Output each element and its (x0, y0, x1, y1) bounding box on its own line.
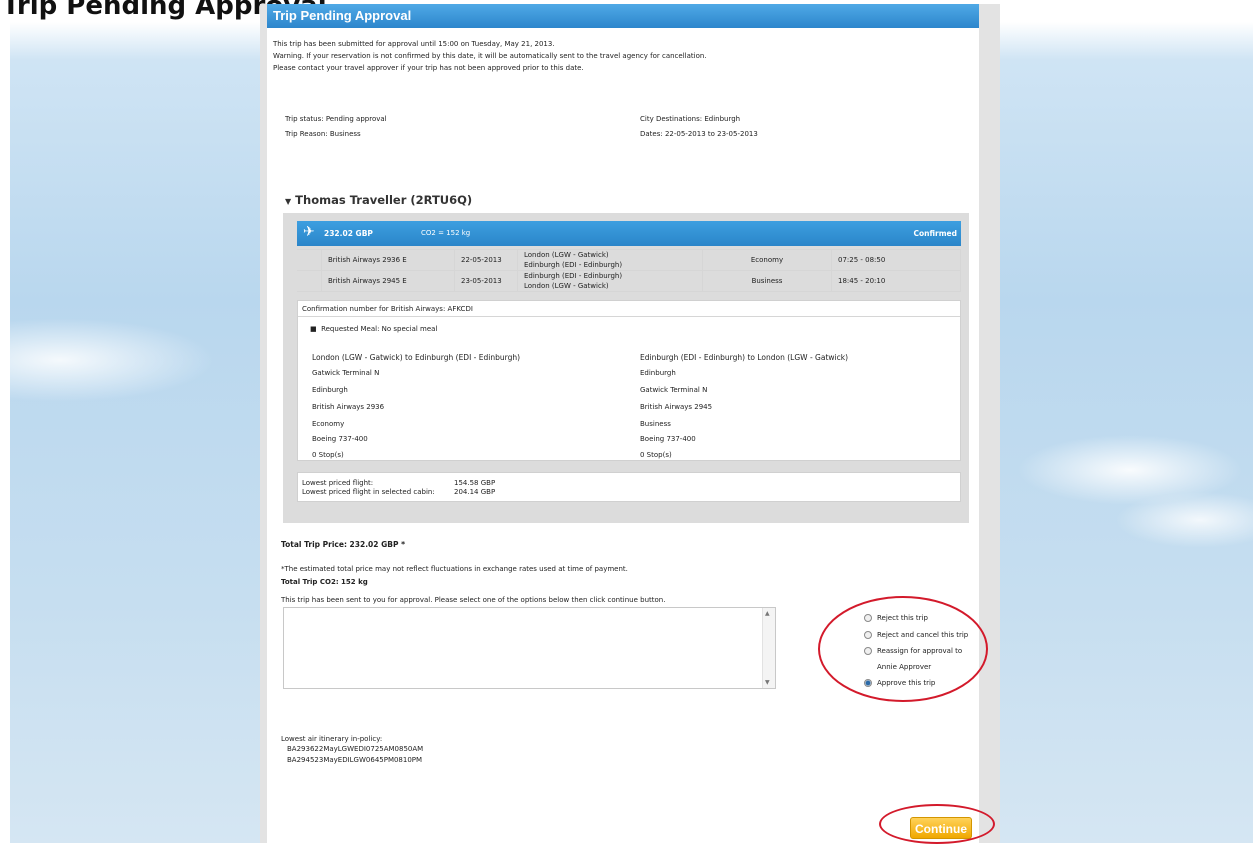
flight-date: 22-05-2013 (454, 249, 518, 271)
city-destinations: City Destinations: Edinburgh (640, 115, 741, 123)
route-to: London (LGW - Gatwick) (524, 282, 609, 290)
collapse-triangle-icon: ▼ (285, 197, 292, 206)
flight-date: 23-05-2013 (454, 270, 518, 292)
flight-cabin: Economy (702, 249, 832, 271)
requested-meal-item: ■ Requested Meal: No special meal (310, 325, 438, 333)
requested-meal: Requested Meal: No special meal (321, 325, 438, 333)
flight-time: 07:25 - 08:50 (831, 249, 961, 271)
lowest-value-2: 204.14 GBP (454, 488, 496, 496)
price-disclaimer: *The estimated total price may not refle… (281, 565, 628, 573)
divider (298, 316, 960, 317)
lowest-itinerary-line: BA294523MayEDILGW0645PM0810PM (287, 756, 423, 764)
trip-dates: Dates: 22-05-2013 to 23-05-2013 (640, 130, 758, 138)
segment-status: Confirmed (913, 229, 957, 238)
approval-instruction: This trip has been sent to you for appro… (281, 596, 666, 604)
route-from: London (LGW - Gatwick) (524, 251, 609, 259)
return-heading: Edinburgh (EDI - Edinburgh) to London (L… (640, 353, 849, 362)
traveller-toggle[interactable]: ▼ Thomas Traveller (2RTU6Q) (285, 193, 472, 207)
flight-route: London (LGW - Gatwick) Edinburgh (EDI - … (517, 249, 703, 271)
table-row: British Airways 2936 E 22-05-2013 London… (297, 249, 961, 271)
scroll-up-icon[interactable]: ▲ (765, 610, 770, 617)
lowest-itinerary-label: Lowest air itinerary in-policy: (281, 735, 383, 743)
intro-line-3: Please contact your travel approver if y… (273, 64, 584, 72)
flight-cabin: Business (702, 270, 832, 292)
options-highlight-ring (818, 596, 988, 702)
scroll-down-icon[interactable]: ▼ (765, 679, 770, 686)
return-detail: Business (640, 420, 671, 428)
flight-details-box: Confirmation number for British Airways:… (297, 300, 961, 461)
lowest-price-box: Lowest priced flight: 154.58 GBP Lowest … (297, 472, 961, 502)
outbound-detail: Gatwick Terminal N (312, 369, 380, 377)
total-trip-co2: Total Trip CO2: 152 kg (281, 578, 368, 586)
segment-price: 232.02 GBP (324, 229, 373, 238)
flight-time: 18:45 - 20:10 (831, 270, 961, 292)
outbound-detail: British Airways 2936 (312, 403, 385, 411)
outbound-heading: London (LGW - Gatwick) to Edinburgh (EDI… (312, 353, 521, 362)
lowest-value-1: 154.58 GBP (454, 479, 496, 487)
route-from: Edinburgh (EDI - Edinburgh) (524, 272, 623, 280)
outbound-detail: Edinburgh (312, 386, 348, 394)
lowest-itinerary-line: BA293622MayLGWEDI0725AM0850AM (287, 745, 424, 753)
flight-airline: British Airways 2936 E (321, 249, 455, 271)
comment-textarea[interactable]: ▲ ▼ (283, 607, 776, 689)
trip-status: Trip status: Pending approval (285, 115, 387, 123)
spacer-cell (297, 270, 322, 292)
table-row: British Airways 2945 E 23-05-2013 Edinbu… (297, 270, 961, 292)
segment-co2: CO2 = 152 kg (421, 229, 471, 237)
flight-route: Edinburgh (EDI - Edinburgh) London (LGW … (517, 270, 703, 292)
panel-title: Trip Pending Approval (267, 4, 979, 28)
flight-airline: British Airways 2945 E (321, 270, 455, 292)
outbound-detail: Boeing 737-400 (312, 435, 368, 443)
outbound-detail: 0 Stop(s) (312, 451, 344, 459)
intro-line-2: Warning. If your reservation is not conf… (273, 52, 707, 60)
total-trip-price: Total Trip Price: 232.02 GBP * (281, 540, 406, 549)
confirmation-number: Confirmation number for British Airways:… (302, 305, 473, 313)
left-edge (0, 22, 10, 843)
flight-segment-header[interactable]: ✈ 232.02 GBP CO2 = 152 kg Confirmed (297, 221, 961, 246)
traveller-name: Thomas Traveller (2RTU6Q) (295, 193, 473, 207)
intro-line-1: This trip has been submitted for approva… (273, 40, 555, 48)
outbound-detail: Economy (312, 420, 345, 428)
return-detail: 0 Stop(s) (640, 451, 672, 459)
textarea-scrollbar[interactable]: ▲ ▼ (762, 608, 775, 688)
return-detail: British Airways 2945 (640, 403, 713, 411)
return-detail: Edinburgh (640, 369, 676, 377)
return-detail: Boeing 737-400 (640, 435, 696, 443)
flights-table: British Airways 2936 E 22-05-2013 London… (297, 249, 961, 292)
return-detail: Gatwick Terminal N (640, 386, 708, 394)
route-to: Edinburgh (EDI - Edinburgh) (524, 261, 623, 269)
spacer-cell (297, 249, 322, 271)
lowest-label-2: Lowest priced flight in selected cabin: (302, 488, 435, 496)
lowest-label-1: Lowest priced flight: (302, 479, 374, 487)
trip-reason: Trip Reason: Business (285, 130, 361, 138)
continue-highlight-ring (879, 804, 995, 844)
airplane-icon: ✈ (303, 224, 315, 240)
